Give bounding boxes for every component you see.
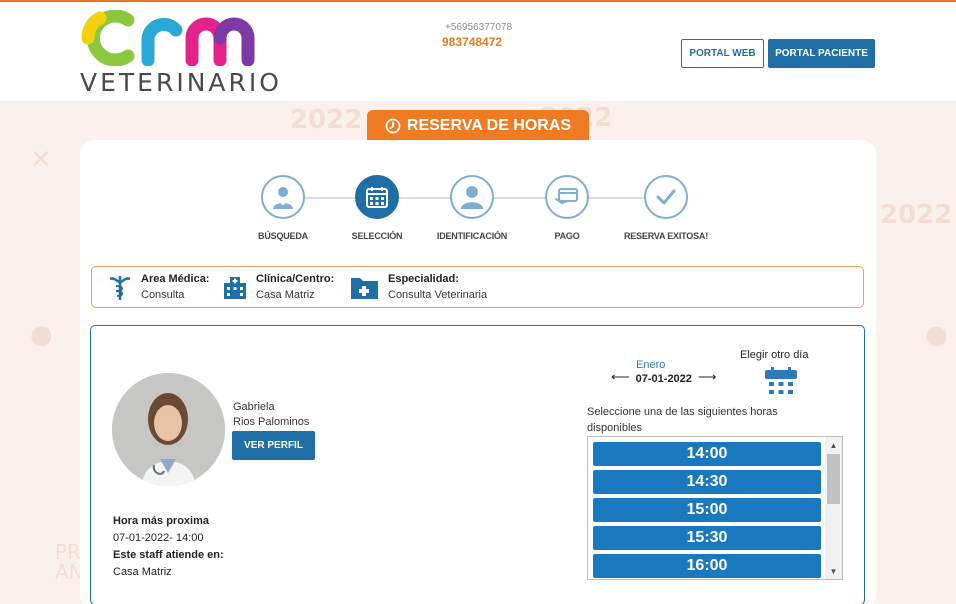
time-slot-button[interactable]: 15:00	[593, 498, 821, 522]
area-medica-info: Area Médica: Consulta	[107, 273, 209, 301]
date-navigator: ⟵ 07-01-2022 ⟶	[611, 369, 717, 385]
site-header: VETERINARIO +56956377078 983748472 PORTA…	[0, 2, 956, 101]
payment-card-icon	[555, 188, 578, 205]
page-title-tab: RESERVA DE HORAS	[367, 110, 589, 142]
portal-paciente-button[interactable]: PORTAL PACIENTE	[768, 39, 875, 68]
bone-icon: ✕	[30, 145, 52, 175]
scroll-down-arrow-icon[interactable]: ▼	[825, 563, 842, 579]
medical-folder-icon	[351, 278, 378, 299]
calendar-icon	[366, 187, 388, 208]
attends-value: Casa Matriz	[113, 566, 172, 578]
times-scrollbar[interactable]: ▲ ▼	[825, 437, 842, 579]
paw-icon: ●	[925, 320, 948, 350]
caduceus-icon	[109, 276, 131, 300]
next-availability-info: Hora más proxima 07-01-2022- 14:00 Este …	[113, 513, 224, 581]
bg-year-text: 2022	[290, 105, 363, 135]
clock-icon	[385, 118, 401, 134]
step-identificacion[interactable]: IDENTIFICACIÓN	[417, 175, 527, 241]
step-seleccion[interactable]: SELECCIÓN	[322, 175, 432, 241]
time-slot-button[interactable]: 14:30	[593, 470, 821, 494]
step-label: RESERVA EXITOSA!	[624, 231, 708, 241]
paw-icon: ●	[30, 320, 53, 350]
step-label: IDENTIFICACIÓN	[436, 231, 508, 241]
step-reserva-exitosa[interactable]: RESERVA EXITOSA!	[611, 175, 721, 241]
phone-secondary: +56956377078	[445, 22, 513, 33]
scroll-up-arrow-icon[interactable]: ▲	[825, 437, 842, 453]
user-icon	[461, 186, 483, 209]
especialidad-title: Especialidad:	[388, 273, 459, 285]
especialidad-value: Consulta Veterinaria	[388, 289, 488, 301]
clinica-title: Clínica/Centro:	[256, 273, 335, 285]
doctor-icon	[273, 187, 293, 209]
doctor-name: Gabriela Rios Palominos	[233, 400, 309, 430]
selected-date: 07-01-2022	[635, 373, 692, 385]
doctor-photo	[112, 373, 225, 486]
scroll-thumb[interactable]	[827, 454, 840, 504]
next-hour-label: Hora más proxima	[113, 515, 209, 527]
page-title: RESERVA DE HORAS	[406, 117, 572, 134]
select-hour-hint: Seleccione una de las siguientes horas d…	[587, 406, 778, 434]
clinica-info: Clínica/Centro: Casa Matriz	[222, 273, 334, 301]
bg-year-text: 2022	[880, 200, 953, 230]
calendar-picker-icon[interactable]	[763, 366, 799, 402]
area-medica-title: Area Médica:	[141, 273, 210, 285]
selection-summary: Area Médica: Consulta Clínica/Centro: Ca…	[91, 266, 864, 308]
time-slot-button[interactable]: 16:00	[593, 554, 821, 578]
time-slot-button[interactable]: 14:00	[593, 442, 821, 466]
clinica-value: Casa Matriz	[256, 289, 315, 301]
ver-perfil-button[interactable]: VER PERFIL	[232, 431, 315, 460]
phone-primary: 983748472	[442, 35, 503, 49]
step-label: PAGO	[554, 231, 580, 241]
crm-logo[interactable]: VETERINARIO	[80, 9, 279, 97]
next-day-arrow-icon[interactable]: ⟶	[698, 369, 717, 385]
step-label: SELECCIÓN	[351, 231, 403, 241]
doctor-last-name: Rios Palominos	[233, 416, 310, 428]
prev-day-arrow-icon[interactable]: ⟵	[611, 369, 630, 385]
attends-label: Este staff atiende en:	[113, 549, 224, 561]
hospital-building-icon	[224, 277, 246, 299]
portal-web-button[interactable]: PORTAL WEB	[681, 39, 764, 68]
step-pago[interactable]: PAGO	[512, 175, 622, 241]
especialidad-info: Especialidad: Consulta Veterinaria	[350, 273, 487, 301]
logo-wordmark: VETERINARIO	[80, 68, 282, 97]
time-slot-button[interactable]: 15:30	[593, 526, 821, 550]
crm-logo-icon	[81, 9, 255, 67]
next-hour-value: 07-01-2022- 14:00	[113, 532, 204, 544]
doctor-first-name: Gabriela	[233, 401, 275, 413]
doctor-avatar	[112, 373, 225, 486]
available-times-list[interactable]: 14:00 14:30 15:00 15:30 16:00 ▲ ▼	[587, 436, 843, 580]
check-icon	[656, 189, 676, 205]
area-medica-value: Consulta	[141, 289, 185, 301]
choose-other-day-label: Elegir otro día	[740, 349, 809, 361]
